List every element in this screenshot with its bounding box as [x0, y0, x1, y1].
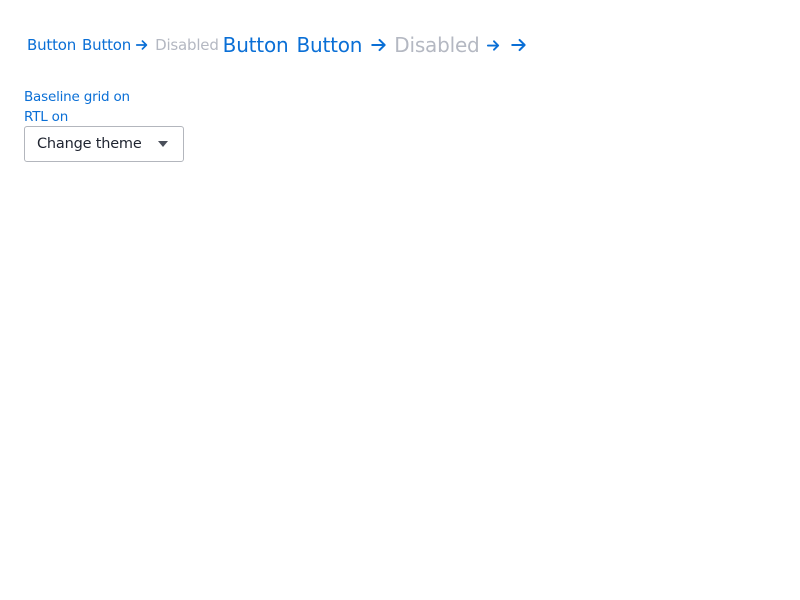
arrow-right-icon[interactable]: [510, 36, 528, 54]
button-small-1[interactable]: Button: [27, 36, 76, 54]
button-demo-row: Button Button Disabled Button Button Dis…: [27, 30, 528, 60]
button-small-2-label: Button: [82, 36, 132, 54]
arrow-right-icon[interactable]: [370, 36, 388, 54]
caret-down-icon: [158, 141, 168, 147]
debug-toggles: Baseline grid on RTL on: [24, 87, 130, 127]
button-large-1[interactable]: Button: [223, 33, 289, 57]
arrow-right-icon[interactable]: [486, 38, 501, 53]
rtl-toggle[interactable]: RTL on: [24, 107, 130, 127]
change-theme-select[interactable]: Change theme: [24, 126, 184, 162]
button-large-2[interactable]: Button: [296, 33, 362, 57]
baseline-grid-toggle[interactable]: Baseline grid on: [24, 87, 130, 107]
button-large-disabled: Disabled: [394, 33, 480, 57]
button-small-2-with-arrow[interactable]: Button: [82, 36, 149, 54]
change-theme-label: Change theme: [37, 136, 142, 152]
button-small-disabled: Disabled: [155, 36, 219, 54]
arrow-right-icon: [135, 38, 149, 52]
